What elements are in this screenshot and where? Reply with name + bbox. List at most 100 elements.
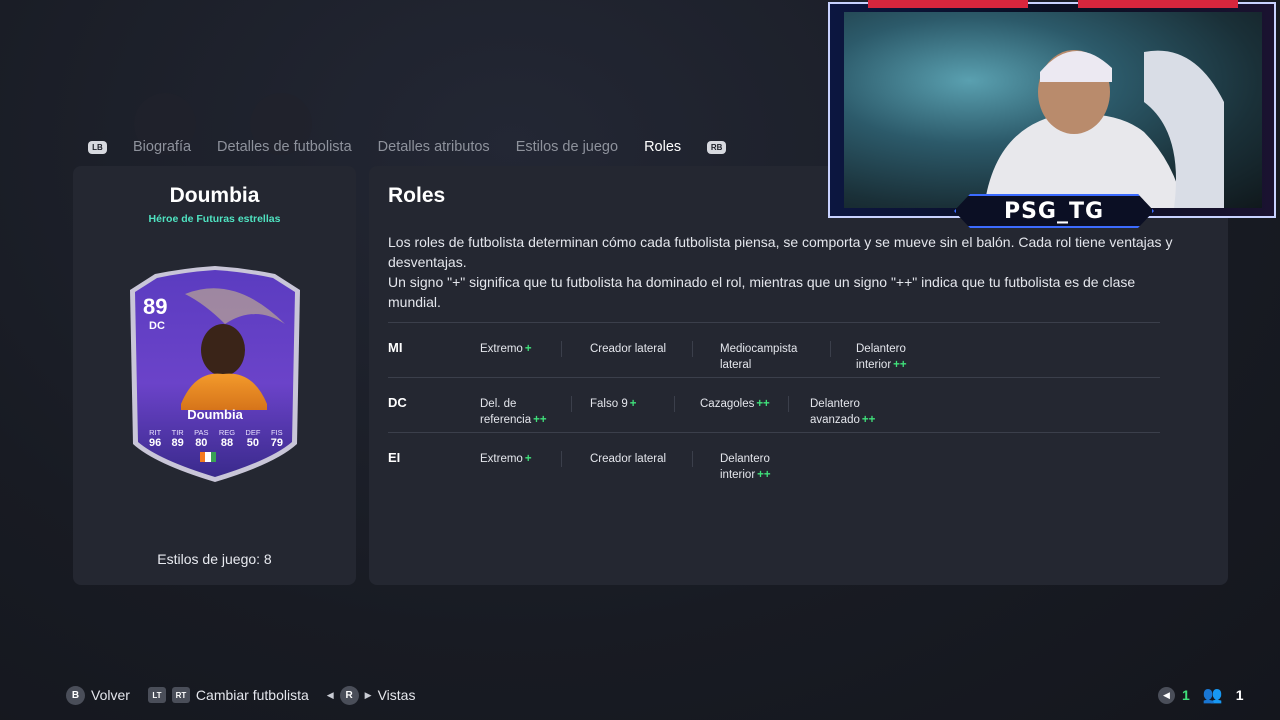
r-stick-icon[interactable]: R (339, 685, 359, 705)
stat-value: 96 (149, 437, 162, 449)
role-divider (692, 451, 693, 467)
footer-status: ◀ 1 👥 1 (1158, 685, 1244, 705)
stat-label: FIS (270, 428, 283, 437)
role-plus: ++ (893, 359, 907, 371)
role-item[interactable]: Mediocampista lateral (720, 341, 820, 373)
role-item[interactable]: Delantero avanzado ++ (810, 396, 900, 428)
stat-label: PAS (194, 428, 209, 437)
role-divider (692, 341, 693, 357)
card-stat: PAS 80 (194, 428, 208, 449)
stat-value: 80 (195, 437, 208, 449)
card-stats: RIT 96 TIR 89 PAS 80 REG 88 DEF 50 FIS 7… (149, 428, 283, 449)
player-summary-panel: Doumbia Héroe de Futuras estrellas 89 DC… (73, 166, 356, 585)
left-arrow-icon: ◀ (326, 689, 334, 700)
change-player-label[interactable]: Cambiar futbolista (196, 687, 309, 703)
users-icon: 👥 (1202, 687, 1223, 704)
webcam-stripe (1078, 0, 1238, 8)
role-name: Creador lateral (590, 453, 667, 465)
role-plus: ++ (533, 414, 547, 426)
speaker-icon: ◀ (1158, 686, 1175, 704)
stat-value: 50 (246, 437, 260, 449)
roles-description-line: Los roles de futbolista determinan cómo … (388, 234, 1173, 270)
stat-label: TIR (171, 428, 184, 437)
role-plus: + (524, 343, 532, 355)
lb-bumper-icon[interactable]: LB (88, 140, 107, 154)
card-stat: TIR 89 (172, 428, 184, 449)
role-item[interactable]: Delantero interior ++ (720, 451, 810, 483)
role-item[interactable]: Falso 9 + (590, 396, 710, 412)
role-plus: ++ (756, 398, 770, 410)
card-stat: REG 88 (219, 428, 235, 449)
stat-value: 88 (220, 437, 234, 449)
player-card-type: Héroe de Futuras estrellas (148, 213, 281, 225)
role-name: Creador lateral (590, 343, 667, 355)
player-name: Doumbia (169, 184, 260, 207)
card-stat: DEF 50 (245, 428, 260, 449)
webcam-overlay: PSG_TG (828, 0, 1280, 228)
lt-trigger-icon[interactable]: LT (147, 687, 166, 703)
role-item[interactable]: Extremo + (480, 451, 600, 467)
stat-label: REG (218, 428, 236, 437)
rt-trigger-icon[interactable]: RT (171, 687, 190, 703)
tab-detalles-atributos[interactable]: Detalles atributos (378, 139, 490, 155)
count-indicator: 1 (1182, 687, 1190, 703)
role-plus: + (524, 453, 532, 465)
role-name: Falso 9 (590, 398, 628, 410)
role-divider (788, 396, 789, 412)
role-item[interactable]: Delantero interior ++ (856, 341, 946, 373)
role-position: MI (388, 340, 403, 355)
role-item[interactable]: Del. de referencia ++ (480, 396, 564, 428)
role-item[interactable]: Extremo + (480, 341, 600, 357)
streamer-image (984, 50, 1224, 208)
role-position: DC (388, 395, 407, 410)
users-count: 1 (1235, 687, 1244, 703)
role-name: Mediocampista lateral (720, 343, 798, 371)
card-stat: RIT 96 (149, 428, 161, 449)
tab-roles[interactable]: Roles (644, 139, 681, 155)
tab-bar: LB Biografía Detalles de futbolista Deta… (88, 136, 727, 158)
card-player-name: Doumbia (187, 407, 243, 422)
right-arrow-icon: ▶ (364, 689, 372, 700)
card-stat: FIS 79 (271, 428, 283, 449)
player-card[interactable]: 89 DC Doumbia RIT 96 TIR 89 PAS 80 REG 8… (125, 264, 305, 486)
roles-panel: Roles Los roles de futbolista determinan… (369, 166, 1228, 585)
rb-bumper-icon[interactable]: RB (707, 140, 727, 154)
roles-table: MI Extremo + Creador lateral Mediocampist… (388, 322, 1160, 487)
role-divider (561, 341, 562, 357)
card-rating: 89 (143, 294, 168, 319)
stat-value: 89 (171, 437, 184, 449)
role-divider (561, 451, 562, 467)
stat-label: DEF (245, 428, 261, 437)
role-name: Extremo (480, 453, 523, 465)
b-button-icon[interactable]: B (66, 685, 85, 705)
role-plus: ++ (757, 469, 771, 481)
card-position: DC (149, 320, 165, 332)
back-label[interactable]: Volver (91, 687, 130, 703)
tab-estilos-juego[interactable]: Estilos de juego (516, 139, 618, 155)
role-divider (830, 341, 831, 357)
role-name: Del. de referencia (480, 398, 532, 426)
playstyles-count: Estilos de juego: 8 (157, 551, 272, 567)
role-name: Extremo (480, 343, 523, 355)
roles-description-line: Un signo "+" significa que tu futbolista… (388, 274, 1136, 310)
role-plus: + (629, 398, 637, 410)
role-name: Cazagoles (700, 398, 755, 410)
webcam-stripe (868, 0, 1028, 8)
stat-label: RIT (149, 428, 162, 437)
role-position: EI (388, 450, 401, 465)
webcam-video (844, 12, 1262, 208)
role-row-mi: MI Extremo + Creador lateral Mediocampist… (388, 322, 1160, 377)
role-plus: ++ (861, 414, 876, 426)
views-label[interactable]: Vistas (378, 687, 416, 703)
role-item[interactable]: Cazagoles ++ (700, 396, 820, 412)
role-divider (571, 396, 572, 412)
role-row-dc: DC Del. de referencia ++ Falso 9 + Cazagol… (388, 377, 1160, 432)
streamer-tag: PSG_TG (954, 194, 1154, 228)
tab-biografia[interactable]: Biografía (133, 139, 191, 155)
role-row-ei: EI Extremo + Creador lateral Delantero in… (388, 432, 1160, 487)
role-name: Delantero avanzado (810, 398, 860, 426)
tab-detalles-futbolista[interactable]: Detalles de futbolista (217, 139, 352, 155)
roles-description: Los roles de futbolista determinan cómo … (388, 232, 1178, 312)
roles-title: Roles (388, 184, 446, 207)
role-divider (674, 396, 675, 412)
